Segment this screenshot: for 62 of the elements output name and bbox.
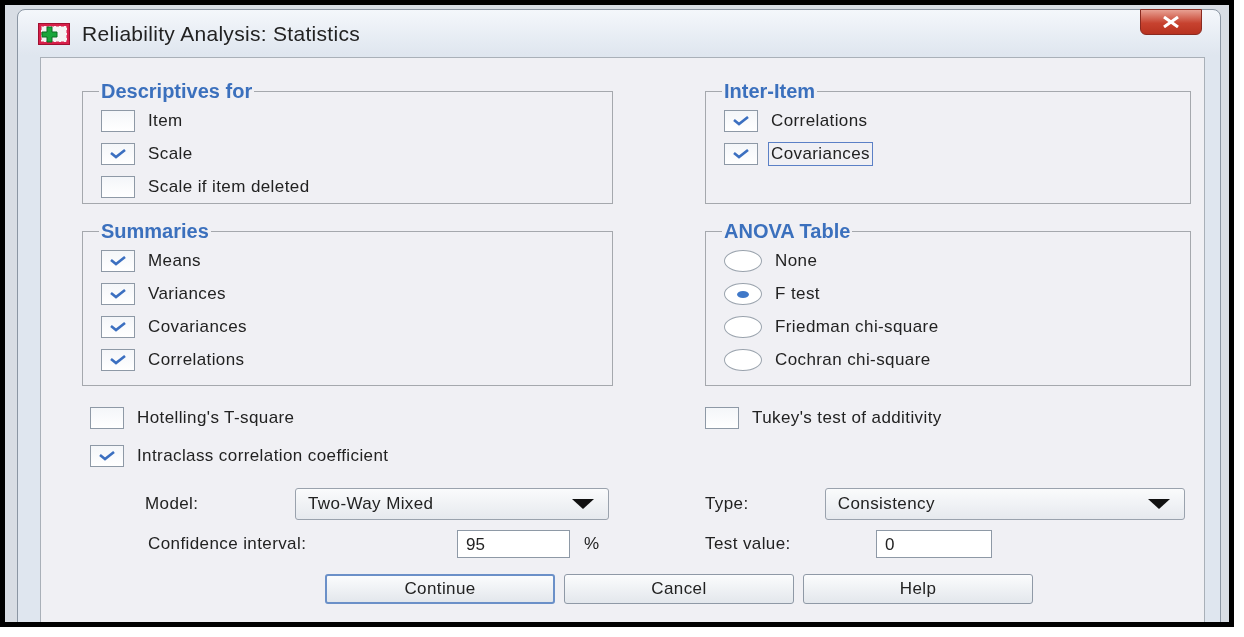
checkbox[interactable] xyxy=(101,283,135,305)
field-label: Model: xyxy=(145,494,200,514)
radio-button[interactable] xyxy=(724,316,762,338)
group-title: ANOVA Table xyxy=(723,220,852,243)
checkbox-label: Correlations xyxy=(147,349,246,371)
checkbox-label: Intraclass correlation coefficient xyxy=(136,445,390,467)
input-field[interactable]: 0 xyxy=(876,530,992,558)
check-icon xyxy=(99,451,115,461)
check-icon xyxy=(733,149,749,159)
radio-button[interactable] xyxy=(724,283,762,305)
checkbox[interactable] xyxy=(90,445,124,467)
window-title: Reliability Analysis: Statistics xyxy=(82,21,362,46)
field-label: Test value: xyxy=(705,534,792,554)
checkbox[interactable] xyxy=(101,250,135,272)
checkbox[interactable] xyxy=(101,110,135,132)
check-icon xyxy=(110,289,126,299)
checkbox[interactable] xyxy=(101,349,135,371)
caret-icon xyxy=(1148,499,1170,509)
checkbox-label: Correlations xyxy=(770,110,869,132)
unit-label: % xyxy=(584,534,600,554)
checkbox[interactable] xyxy=(724,143,758,165)
checkbox-label: Scale if item deleted xyxy=(147,176,311,198)
check-icon xyxy=(110,322,126,332)
check-icon xyxy=(110,355,126,365)
checkbox-label: Scale xyxy=(147,143,194,165)
checkbox-label: Covariances xyxy=(147,316,248,338)
radio-button[interactable] xyxy=(724,250,762,272)
input-field[interactable]: 95 xyxy=(457,530,570,558)
check-icon xyxy=(110,149,126,159)
radio-label: Cochran chi-square xyxy=(774,349,932,371)
checkbox-label: Hotelling's T-square xyxy=(136,407,296,429)
checkbox-label: Tukey's test of additivity xyxy=(751,407,943,429)
dialog-button[interactable]: Help xyxy=(803,574,1033,604)
checkbox[interactable] xyxy=(101,143,135,165)
checkbox-label: Variances xyxy=(147,283,227,305)
dialog-button[interactable]: Continue xyxy=(325,574,555,604)
group-title: Summaries xyxy=(100,220,210,243)
close-icon xyxy=(1162,16,1180,28)
radio-label: F test xyxy=(774,283,821,305)
caret-icon xyxy=(572,499,594,509)
field-label: Type: xyxy=(705,494,750,514)
checkbox[interactable] xyxy=(101,176,135,198)
dropdown[interactable]: Two-Way Mixed xyxy=(295,488,609,520)
checkbox-label: Item xyxy=(147,110,184,132)
radio-button[interactable] xyxy=(724,349,762,371)
checkbox-label: Means xyxy=(147,250,203,272)
checkbox[interactable] xyxy=(101,316,135,338)
radio-label: Friedman chi-square xyxy=(774,316,940,338)
app-icon xyxy=(38,22,70,45)
checkbox-label: Covariances xyxy=(768,142,873,166)
close-button[interactable] xyxy=(1140,9,1202,35)
field-label: Confidence interval: xyxy=(148,534,308,554)
dropdown[interactable]: Consistency xyxy=(824,488,1185,520)
radio-label: None xyxy=(774,250,819,272)
group-title: Inter-Item xyxy=(723,80,817,103)
checkbox[interactable] xyxy=(705,407,739,429)
checkbox[interactable] xyxy=(90,407,124,429)
check-icon xyxy=(110,256,126,266)
dialog-button[interactable]: Cancel xyxy=(564,574,794,604)
checkbox[interactable] xyxy=(724,110,758,132)
check-icon xyxy=(733,116,749,126)
group-title: Descriptives for xyxy=(100,80,254,103)
